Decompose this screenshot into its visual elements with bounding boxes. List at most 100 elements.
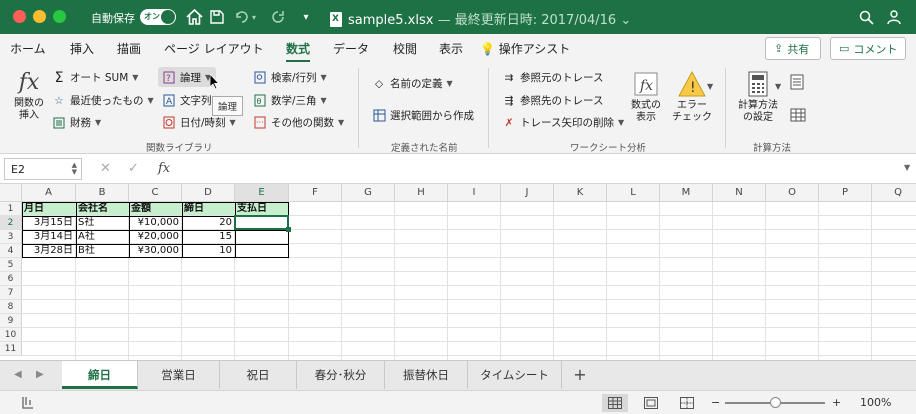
name-box-stepper-icon[interactable]: ▲ ▼ [72,162,77,176]
column-header-b[interactable]: B [76,184,129,202]
row-header-5[interactable]: 5 [0,258,22,272]
insert-function-icon[interactable]: fx [158,161,170,176]
sheet-tab-eigyobi[interactable]: 営業日 [138,361,220,389]
sheet-tab-shimebi[interactable]: 締日 [62,361,138,389]
table-cell[interactable]: 3月15日 [22,216,75,230]
table-cell[interactable]: B社 [76,244,128,258]
chevron-down-icon[interactable]: ▼ [707,82,713,91]
table-cell[interactable]: 3月14日 [22,230,75,244]
zoom-out-button[interactable]: − [711,396,720,409]
spreadsheet-grid[interactable]: A B C D E F G H I J K L M N O P Q 1 2 3 4 5 6 7 8 9 10 11 月日 会社名 金額 締日支… [0,184,916,360]
account-icon[interactable] [884,7,904,27]
home-icon[interactable] [184,7,204,27]
create-from-selection-button[interactable]: 選択範囲から作成 [372,108,474,123]
zoom-in-button[interactable]: + [832,396,841,409]
column-header-o[interactable]: O [766,184,819,202]
customize-toolbar-icon[interactable]: ▾ [296,7,316,27]
chevron-down-icon[interactable]: ▼ [775,82,781,91]
table-cell[interactable]: ¥10,000 [129,216,181,230]
tab-home[interactable]: ホーム [10,40,46,57]
formula-input[interactable] [182,158,902,180]
tab-formulas[interactable]: 数式 [286,40,311,63]
tab-page-layout[interactable]: ページ レイアウト [164,40,264,57]
comment-button[interactable]: ▭ コメント [830,37,906,60]
tab-review[interactable]: 校閲 [393,40,417,57]
define-name-button[interactable]: ◇ 名前の定義 ▼ [372,76,453,91]
table-header-cell[interactable]: 月日 [22,202,75,215]
sheet-tab-shunbun[interactable]: 春分･秋分 [297,361,385,389]
logical-button[interactable]: ? 論理 ▼ [162,70,211,85]
row-header-7[interactable]: 7 [0,286,22,300]
column-header-h[interactable]: H [395,184,448,202]
row-header-6[interactable]: 6 [0,272,22,286]
tab-draw[interactable]: 描画 [117,40,141,57]
page-layout-view-button[interactable] [638,394,664,412]
autosum-button[interactable]: Σ オート SUM ▼ [52,70,139,86]
tab-tell-me[interactable]: 💡 操作アシスト [480,40,570,57]
datetime-button[interactable]: 日付/時刻 ▼ [162,115,236,130]
add-sheet-button[interactable]: + [566,361,594,389]
table-header-cell[interactable]: 締日 [182,202,234,215]
row-header-1[interactable]: 1 [0,202,22,216]
column-header-k[interactable]: K [554,184,607,202]
name-box[interactable]: E2 ▲ ▼ [4,158,82,180]
table-cell[interactable]: 10 [182,244,234,258]
table-cell[interactable]: ¥30,000 [129,244,181,258]
cancel-icon[interactable]: ✕ [100,161,111,176]
column-header-d[interactable]: D [182,184,235,202]
table-cell[interactable]: A社 [76,230,128,244]
enter-icon[interactable]: ✓ [128,161,139,176]
table-header-cell[interactable]: 会社名 [76,202,128,215]
macro-record-icon[interactable] [20,395,36,414]
column-header-a[interactable]: A [22,184,76,202]
column-header-f[interactable]: F [289,184,342,202]
table-cell[interactable] [235,230,288,244]
table-cell[interactable] [235,244,288,258]
autosave-toggle[interactable]: オン [140,9,176,25]
column-header-l[interactable]: L [607,184,660,202]
row-header-8[interactable]: 8 [0,300,22,314]
page-break-view-button[interactable] [674,394,700,412]
row-header-9[interactable]: 9 [0,314,22,328]
row-header-3[interactable]: 3 [0,230,22,244]
financial-button[interactable]: 財務 ▼ [52,115,101,130]
sheet-prev-icon[interactable]: ◀ [14,369,22,380]
text-functions-button[interactable]: A 文字列 [162,93,212,108]
more-functions-button[interactable]: ··· その他の関数 ▼ [253,115,344,130]
select-all-corner[interactable] [0,184,22,202]
column-header-i[interactable]: I [448,184,501,202]
show-formulas-button[interactable]: fx 数式の 表示 [626,68,666,124]
table-cell[interactable]: 20 [182,216,234,230]
column-header-e[interactable]: E [235,184,289,202]
recent-functions-button[interactable]: ☆ 最近使ったもの ▼ [52,93,153,108]
row-header-2[interactable]: 2 [0,216,22,230]
column-header-c[interactable]: C [129,184,182,202]
column-header-p[interactable]: P [819,184,872,202]
trace-dependents-button[interactable]: ⇶ 参照先のトレース [502,93,604,108]
column-header-j[interactable]: J [501,184,554,202]
table-cell[interactable]: S社 [76,216,128,230]
table-header-cell[interactable]: 支払日 [235,202,288,215]
remove-arrows-button[interactable]: ✗ トレース矢印の削除 ▼ [502,115,625,130]
sheet-tab-shukujitsu[interactable]: 祝日 [220,361,297,389]
lookup-button[interactable]: 検索/行列 ▼ [253,70,327,85]
zoom-window-button[interactable] [53,10,66,23]
column-header-m[interactable]: M [660,184,713,202]
tab-view[interactable]: 表示 [439,40,463,57]
row-header-4[interactable]: 4 [0,244,22,258]
zoom-level[interactable]: 100% [860,396,891,409]
table-cell[interactable]: 15 [182,230,234,244]
column-header-q[interactable]: Q [872,184,916,202]
column-header-g[interactable]: G [342,184,395,202]
calculate-sheet-icon[interactable] [790,108,806,125]
tab-data[interactable]: データ [333,40,369,57]
share-button[interactable]: ⇪ 共有 [765,37,821,60]
zoom-slider-handle[interactable] [770,397,781,408]
close-window-button[interactable] [13,10,26,23]
redo-icon[interactable] [268,7,288,27]
sheet-next-icon[interactable]: ▶ [36,369,44,380]
sheet-tab-timesheet[interactable]: タイムシート [468,361,562,389]
undo-dropdown-icon[interactable]: ▾ [248,7,260,27]
fill-handle[interactable] [286,227,291,232]
normal-view-button[interactable] [602,394,628,412]
